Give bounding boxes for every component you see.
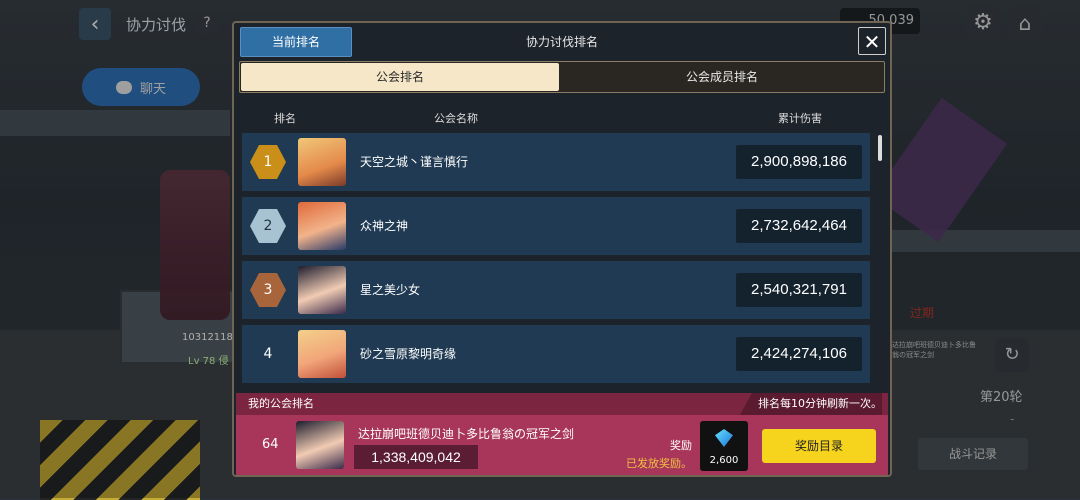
guild-damage: 2,900,898,186 — [736, 145, 862, 179]
guild-avatar — [298, 330, 346, 378]
ranking-row[interactable]: 3 星之美少女 2,540,321,791 — [242, 261, 870, 319]
rank-badge-silver: 2 — [250, 209, 286, 243]
rank-badge-gold: 1 — [250, 145, 286, 179]
reward-item[interactable]: 2,600 — [700, 421, 748, 471]
tab-member-ranking[interactable]: 公会成员排名 — [562, 63, 882, 91]
ranking-row[interactable]: 4 砂之雪原黎明奇缘 2,424,274,106 — [242, 325, 870, 383]
rank-badge-bronze: 3 — [250, 273, 286, 307]
column-header-name: 公会名称 — [434, 112, 478, 125]
ranking-modal: 协力讨伐排名 当前排名 ✕ 公会排名 公会成员排名 排名 公会名称 累计伤害 1… — [232, 21, 892, 477]
my-guild-title: 我的公会排名 — [248, 397, 314, 410]
scrollbar[interactable] — [878, 135, 882, 161]
my-guild-rank: 64 — [262, 437, 279, 452]
tab-guild-ranking[interactable]: 公会排名 — [241, 63, 559, 91]
guild-damage: 2,424,274,106 — [736, 337, 862, 371]
reward-label: 奖励 — [670, 439, 692, 452]
tab-current-ranking[interactable]: 当前排名 — [240, 27, 352, 57]
close-button[interactable]: ✕ — [858, 27, 886, 55]
reward-list-button[interactable]: 奖励目录 — [762, 429, 876, 463]
guild-avatar — [298, 202, 346, 250]
ranking-list[interactable]: 1 天空之城丶谨言慎行 2,900,898,186 2 众神之神 2,732,6… — [242, 133, 878, 387]
my-guild-panel: 我的公会排名 排名每10分钟刷新一次。 64 达拉崩吧班德贝迪卜多比鲁翁の冠军之… — [236, 393, 888, 475]
guild-avatar — [298, 266, 346, 314]
ranking-row[interactable]: 2 众神之神 2,732,642,464 — [242, 197, 870, 255]
reward-status: 已发放奖励。 — [626, 457, 692, 470]
guild-name: 砂之雪原黎明奇缘 — [360, 347, 457, 361]
guild-name: 众神之神 — [360, 219, 409, 233]
refresh-note: 排名每10分钟刷新一次。 — [740, 393, 882, 415]
my-guild-header: 我的公会排名 排名每10分钟刷新一次。 — [236, 393, 888, 415]
my-guild-name: 达拉崩吧班德贝迪卜多比鲁翁の冠军之剑 — [358, 427, 575, 441]
guild-damage: 2,732,642,464 — [736, 209, 862, 243]
column-header-rank: 排名 — [274, 112, 296, 125]
guild-damage: 2,540,321,791 — [736, 273, 862, 307]
close-icon: ✕ — [863, 30, 881, 54]
guild-name: 星之美少女 — [360, 283, 421, 297]
column-header-damage: 累计伤害 — [778, 112, 822, 125]
diamond-icon — [715, 429, 733, 447]
my-guild-avatar — [296, 421, 344, 469]
guild-avatar — [298, 138, 346, 186]
rank-number: 4 — [263, 346, 273, 362]
ranking-segment-control: 公会排名 公会成员排名 — [239, 61, 885, 93]
reward-gem-count: 2,600 — [709, 455, 739, 466]
guild-name: 天空之城丶谨言慎行 — [360, 155, 469, 169]
ranking-row[interactable]: 1 天空之城丶谨言慎行 2,900,898,186 — [242, 133, 870, 191]
my-guild-damage: 1,338,409,042 — [354, 445, 478, 469]
